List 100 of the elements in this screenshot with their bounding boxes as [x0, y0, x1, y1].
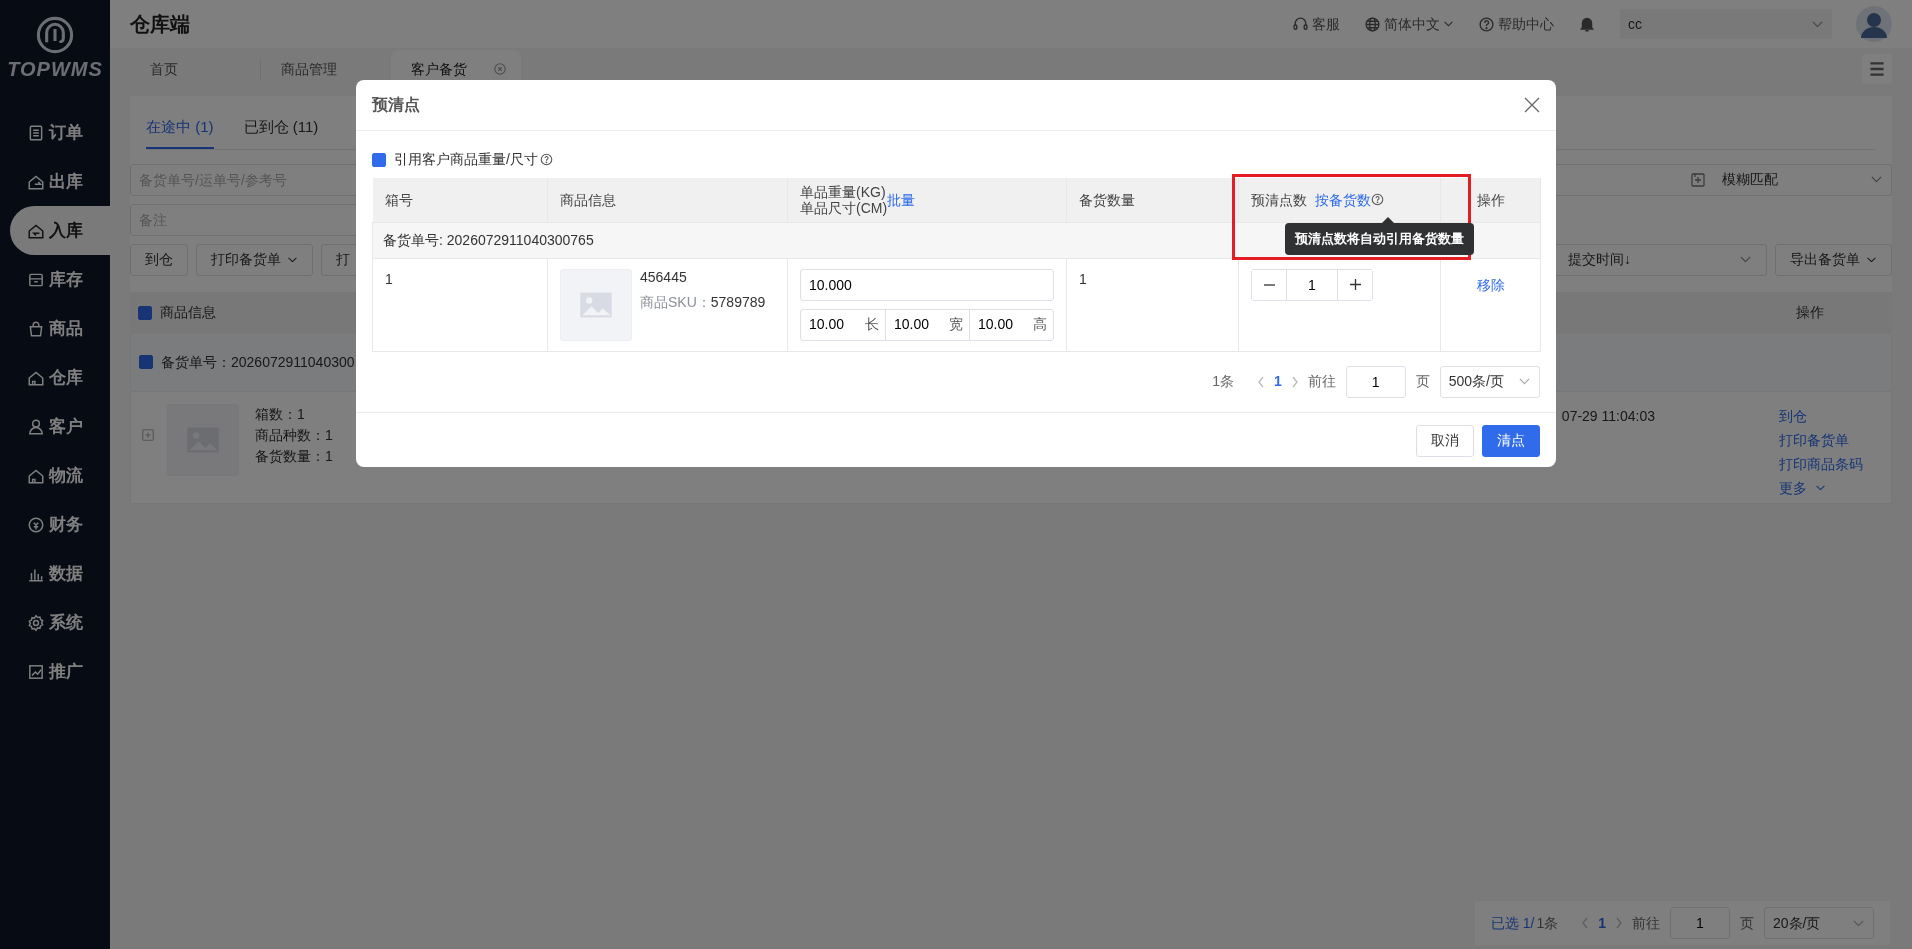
match-mode-select[interactable]: 模糊匹配: [1714, 163, 1892, 196]
header-link[interactable]: 简体中文: [1364, 13, 1454, 35]
column-header: 操作: [1796, 303, 1824, 322]
logo-text: TOPWMS: [7, 57, 103, 82]
caret-icon: [1815, 484, 1826, 491]
sku-value: 5789789: [710, 292, 766, 312]
page-unit: 页: [1740, 913, 1754, 933]
coin-icon: [27, 515, 45, 534]
caret-icon: [1443, 21, 1454, 27]
header-link[interactable]: 客服: [1292, 13, 1340, 35]
caret-icon: [287, 256, 298, 263]
page-input[interactable]: 1: [1670, 907, 1730, 939]
quantity-stepper[interactable]: 1: [1251, 268, 1373, 301]
dimension-input[interactable]: 10.00: [807, 313, 865, 336]
quantity-input[interactable]: 1: [1286, 269, 1338, 300]
page-input[interactable]: 1: [1345, 365, 1406, 398]
remove-link[interactable]: 移除: [1476, 276, 1505, 293]
sidebar-item[interactable]: 入库: [10, 206, 110, 255]
help-icon: [1478, 15, 1495, 33]
dimension-input[interactable]: 10.00: [976, 313, 1033, 336]
checkbox[interactable]: [372, 152, 386, 167]
minus-icon: [1263, 283, 1275, 286]
account-select[interactable]: cc: [1620, 9, 1832, 39]
unit-label: 宽: [949, 315, 964, 334]
weight-input[interactable]: 10.000: [800, 268, 1054, 301]
dialog-title: 预清点: [372, 95, 420, 115]
sidebar-item[interactable]: 财务: [10, 500, 110, 549]
settings-icon: [27, 613, 45, 632]
bell-icon: [1578, 15, 1596, 33]
sort-select[interactable]: 提交时间↓: [1553, 243, 1767, 276]
next-icon: [1616, 917, 1622, 929]
product-name: 456445: [640, 267, 688, 287]
page-number[interactable]: 1: [1273, 371, 1282, 392]
stock-quantity: 1: [1079, 270, 1087, 287]
column-header: 单品重量(KG) 单品尺寸(CM): [800, 183, 888, 216]
elephant-logo-icon: [36, 16, 74, 54]
status-tab[interactable]: 在途中 (1): [146, 108, 214, 149]
sku-label: 商品SKU：: [640, 292, 711, 312]
page-size-select[interactable]: 20条/页: [1764, 907, 1874, 939]
batch-link[interactable]: 批量: [887, 191, 916, 208]
close-icon[interactable]: [1524, 97, 1540, 113]
column-header: 预清点数: [1251, 191, 1307, 208]
sidebar-item[interactable]: 物流: [10, 451, 110, 500]
sidebar-item[interactable]: 出库: [10, 157, 110, 206]
header-link[interactable]: 帮助中心: [1478, 13, 1554, 35]
summary-text: 箱数：1: [255, 404, 306, 424]
unit-label: 高: [1033, 315, 1048, 334]
selected-count: 已选 1/: [1490, 913, 1535, 933]
sidebar-item[interactable]: 系统: [10, 598, 110, 647]
toolbar-button[interactable]: 打印备货单: [196, 243, 313, 276]
action-link[interactable]: 打印备货单: [1779, 427, 1849, 452]
order-number: 备货单号：2026072911040300: [161, 352, 355, 372]
box-number: 1: [385, 270, 393, 287]
action-link[interactable]: 更多: [1779, 475, 1826, 500]
page-size-select[interactable]: 500条/页: [1439, 365, 1540, 398]
total-count: 1条: [1536, 913, 1559, 933]
summary-text: 商品种数：1: [255, 425, 333, 445]
avatar-icon[interactable]: [1856, 6, 1892, 42]
help-icon: [539, 153, 553, 166]
previous-icon: [1257, 375, 1264, 388]
export-button[interactable]: 导出备货单: [1775, 243, 1892, 276]
confirm-button[interactable]: 清点: [1482, 424, 1540, 457]
dimension-input[interactable]: 10.00: [892, 313, 949, 336]
headset-icon: [1292, 15, 1309, 33]
expand-icon: [141, 427, 155, 442]
sidebar-item[interactable]: 数据: [10, 549, 110, 598]
caret-icon: [1811, 20, 1824, 28]
column-header: 商品信息: [560, 191, 616, 208]
checkbox[interactable]: [138, 305, 152, 320]
toolbar-button[interactable]: 到仓: [130, 243, 188, 276]
tooltip-arrow: [1382, 217, 1394, 223]
sidebar-item[interactable]: 库存: [10, 255, 110, 304]
next-icon: [1291, 375, 1298, 388]
list-icon: [27, 123, 45, 142]
caret-icon: [1870, 176, 1883, 183]
column-header: 商品信息: [160, 303, 216, 322]
close-icon: [493, 62, 507, 76]
tooltip: 预清点数将自动引用备货数量: [1285, 223, 1474, 255]
page-number[interactable]: 1: [1598, 912, 1606, 934]
checkbox[interactable]: [139, 355, 153, 369]
sidebar-item[interactable]: 商品: [10, 304, 110, 353]
caret-icon: [1739, 256, 1752, 263]
menu-icon[interactable]: [1862, 54, 1892, 84]
caret-icon: [1852, 919, 1865, 927]
action-link[interactable]: 打印商品条码: [1779, 451, 1863, 476]
page-tab[interactable]: 商品管理: [261, 50, 391, 88]
action-link[interactable]: 到仓: [1779, 403, 1807, 428]
sidebar-item[interactable]: 客户: [10, 402, 110, 451]
sidebar-item[interactable]: 订单: [10, 108, 110, 157]
status-tab[interactable]: 已到仓 (11): [243, 108, 319, 149]
sidebar-item[interactable]: 仓库: [10, 353, 110, 402]
cancel-button[interactable]: 取消: [1416, 424, 1474, 457]
chart-icon: [27, 662, 45, 681]
sidebar-item[interactable]: 推广: [10, 647, 110, 696]
unit-label: 长: [865, 315, 880, 334]
page-tab[interactable]: 首页: [130, 50, 260, 88]
bag-icon: [27, 319, 45, 338]
caret-icon: [1518, 378, 1531, 385]
fill-from-stock-link[interactable]: 按备货数: [1315, 191, 1371, 208]
goto-label: 前往: [1632, 913, 1660, 933]
